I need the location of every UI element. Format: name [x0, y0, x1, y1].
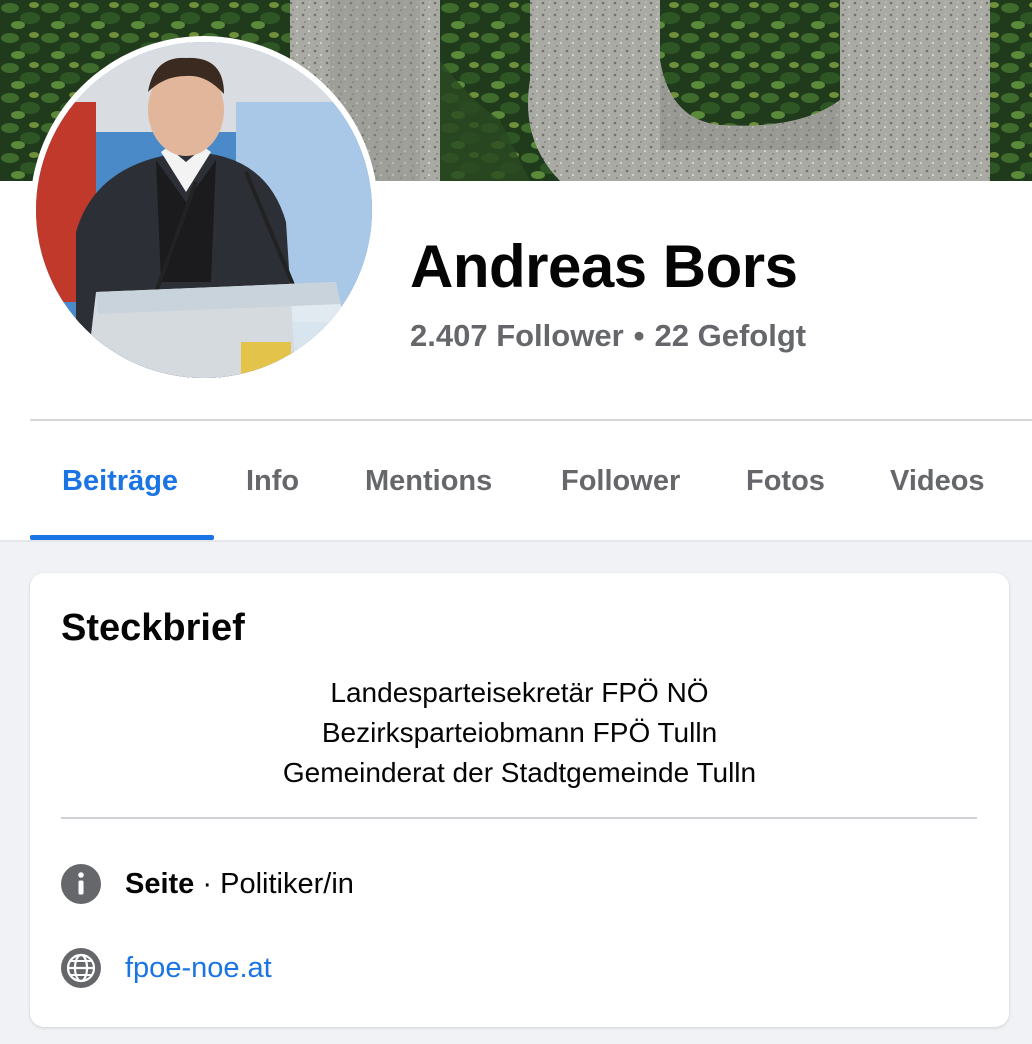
card-title: Steckbrief: [61, 607, 245, 649]
website-row: fpoe-noe.at: [61, 946, 272, 990]
following-count[interactable]: 22 Gefolgt: [655, 318, 807, 353]
category-text: Seite · Politiker/in: [125, 868, 354, 901]
tab-follower[interactable]: Follower: [561, 421, 680, 540]
website-link[interactable]: fpoe-noe.at: [125, 952, 272, 985]
category-row: Seite · Politiker/in: [61, 862, 354, 906]
bio-line: Gemeinderat der Stadtgemeinde Tulln: [282, 757, 757, 788]
bio-line: Bezirksparteiobmann FPÖ Tulln: [321, 717, 718, 748]
category-value: Politiker/in: [220, 867, 354, 900]
category-label: Seite: [125, 867, 195, 900]
followers-count[interactable]: 2.407 Follower: [410, 318, 624, 353]
tab-info[interactable]: Info: [246, 421, 299, 540]
profile-stats: 2.407 Follower • 22 Gefolgt: [410, 318, 806, 354]
bio-line: Landesparteisekretär FPÖ NÖ: [330, 677, 709, 708]
profile-tabs: Beiträge Info Mentions Follower Fotos Vi…: [30, 421, 1032, 540]
profile-header: Andreas Bors 2.407 Follower • 22 Gefolgt B…: [0, 0, 1032, 540]
info-icon: [61, 864, 101, 904]
header-bottom-border: [0, 540, 1032, 542]
tab-videos[interactable]: Videos: [890, 421, 985, 540]
globe-icon: [61, 948, 101, 988]
tab-fotos[interactable]: Fotos: [746, 421, 825, 540]
bio-text: Landesparteisekretär FPÖ NÖ Bezirksparte…: [30, 673, 1009, 793]
category-separator: ·: [202, 867, 213, 900]
steckbrief-card: Steckbrief Landesparteisekretär FPÖ NÖ B…: [30, 573, 1009, 1027]
tab-beitraege[interactable]: Beiträge: [62, 421, 178, 540]
tab-mentions[interactable]: Mentions: [365, 421, 492, 540]
avatar-photo: [36, 42, 372, 378]
card-divider: [61, 817, 977, 819]
stats-separator: •: [633, 318, 645, 353]
profile-avatar[interactable]: [30, 36, 378, 384]
profile-name: Andreas Bors: [410, 233, 798, 300]
